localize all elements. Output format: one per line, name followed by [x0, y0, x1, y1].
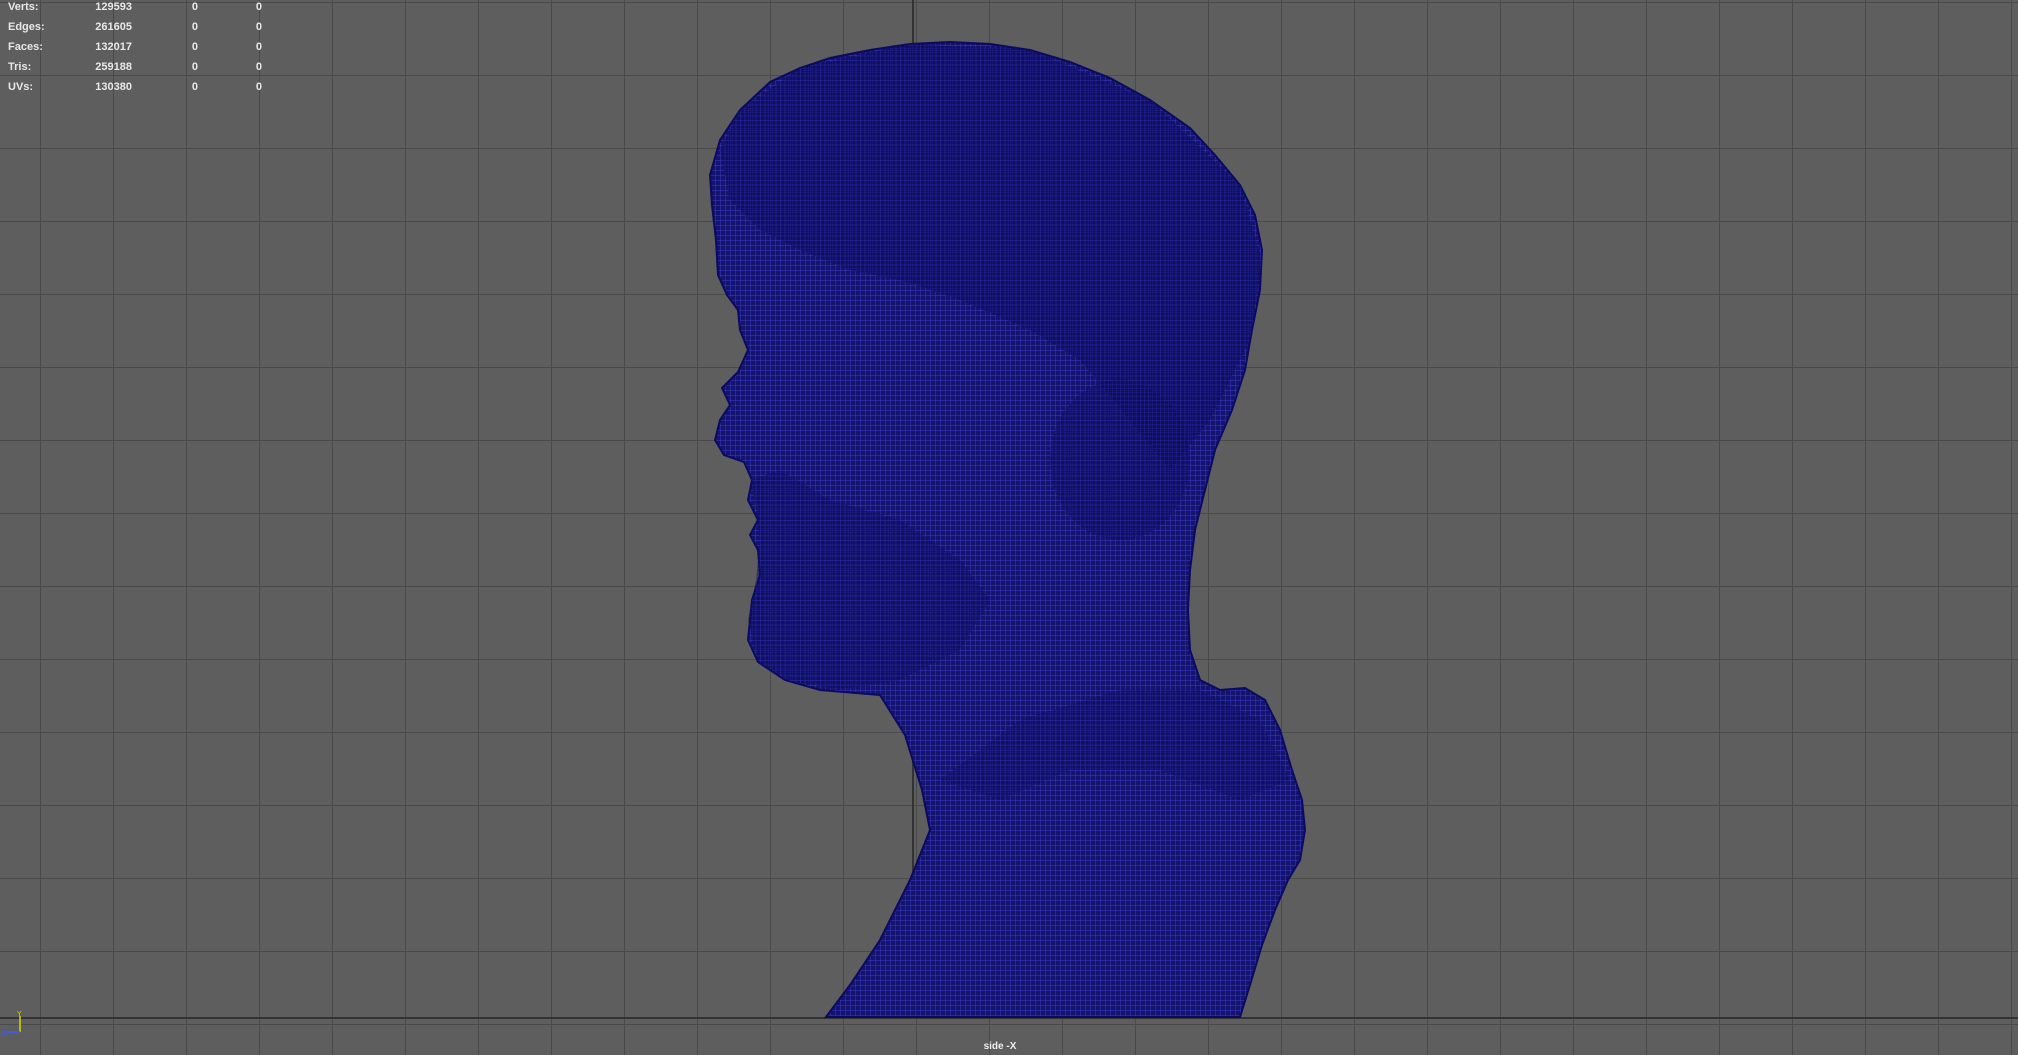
- hud-value-selected-alt: 0: [255, 21, 262, 33]
- hud-value-selected: 0: [191, 81, 198, 93]
- hud-value-selected-alt: 0: [255, 81, 262, 93]
- hud-value-selected: 0: [191, 61, 198, 73]
- svg-text:Y: Y: [17, 1011, 22, 1018]
- hud-label: Faces:: [8, 41, 43, 53]
- hud-label: Tris:: [8, 61, 32, 73]
- bust-wireframe-icon: [708, 40, 1307, 1018]
- hud-label: Edges:: [8, 21, 45, 33]
- camera-name-label: side -X: [983, 1041, 1017, 1052]
- hud-value-selected: 0: [191, 1, 198, 13]
- hud-value-total: 129593: [95, 1, 132, 13]
- hud-label: Verts:: [8, 1, 39, 13]
- hud-label: UVs:: [8, 81, 34, 93]
- hud-row-edges: Edges: 261605 0 0: [8, 20, 262, 40]
- hud-value-total: 259188: [95, 61, 132, 73]
- axis-gizmo-icon: Y Z: [2, 1010, 26, 1037]
- hud-value-total: 261605: [95, 21, 132, 33]
- svg-text:Z: Z: [2, 1030, 7, 1036]
- 3d-viewport[interactable]: Verts: 129593 0 0 Edges: 261605 0 0 Face…: [0, 0, 2018, 1055]
- hud-value-total: 132017: [95, 41, 132, 53]
- hud-value-selected-alt: 0: [255, 41, 262, 53]
- hud-value-total: 130380: [95, 81, 132, 93]
- hud-value-selected: 0: [191, 21, 198, 33]
- poly-count-hud: Verts: 129593 0 0 Edges: 261605 0 0 Face…: [8, 0, 262, 100]
- hud-row-faces: Faces: 132017 0 0: [8, 40, 262, 60]
- hud-row-verts: Verts: 129593 0 0: [8, 0, 262, 20]
- hud-value-selected-alt: 0: [255, 1, 262, 13]
- hud-row-tris: Tris: 259188 0 0: [8, 60, 262, 80]
- hud-value-selected-alt: 0: [255, 61, 262, 73]
- hud-value-selected: 0: [191, 41, 198, 53]
- hud-row-uvs: UVs: 130380 0 0: [8, 80, 262, 100]
- model-bust-mesh[interactable]: [0, 0, 2018, 1055]
